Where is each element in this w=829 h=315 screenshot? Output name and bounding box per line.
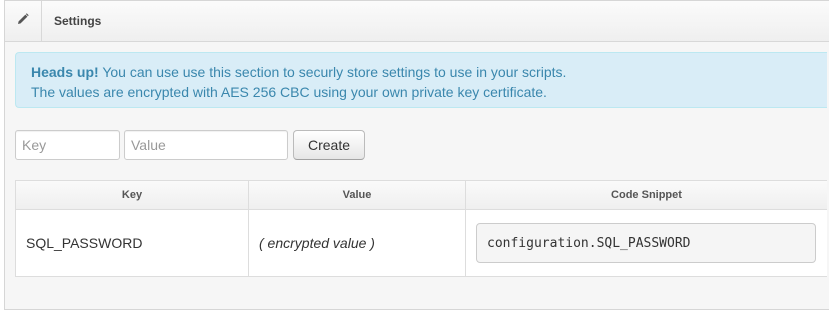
panel-header: Settings xyxy=(5,1,829,42)
create-setting-form: Create xyxy=(15,130,366,160)
settings-table: Key Value Code Snippet SQL_PASSWORD ( en… xyxy=(15,180,827,277)
header-icon-box xyxy=(5,1,42,41)
value-input[interactable] xyxy=(124,130,288,160)
page-title: Settings xyxy=(54,14,102,28)
create-button[interactable]: Create xyxy=(293,130,366,160)
alert-text-2: The values are encrypted with AES 256 CB… xyxy=(31,84,547,100)
key-input[interactable] xyxy=(15,130,120,160)
alert-line-1: Heads up! You can use use this section t… xyxy=(31,62,827,82)
setting-key-cell: SQL_PASSWORD xyxy=(16,209,249,276)
column-header-key[interactable]: Key xyxy=(16,181,249,210)
column-header-code-snippet[interactable]: Code Snippet xyxy=(465,181,827,210)
setting-value-cell: ( encrypted value ) xyxy=(248,209,466,276)
code-snippet[interactable]: configuration.SQL_PASSWORD xyxy=(476,223,816,263)
alert-text-1: You can use use this section to securly … xyxy=(102,64,567,80)
pencil-icon xyxy=(17,12,29,30)
code-snippet-cell: configuration.SQL_PASSWORD xyxy=(466,210,828,277)
table-row[interactable]: SQL_PASSWORD ( encrypted value ) configu… xyxy=(16,209,828,277)
info-alert: Heads up! You can use use this section t… xyxy=(15,52,827,108)
column-header-value[interactable]: Value xyxy=(248,181,466,210)
alert-lead: Heads up! xyxy=(31,64,99,80)
table-header-row: Key Value Code Snippet xyxy=(16,181,827,210)
